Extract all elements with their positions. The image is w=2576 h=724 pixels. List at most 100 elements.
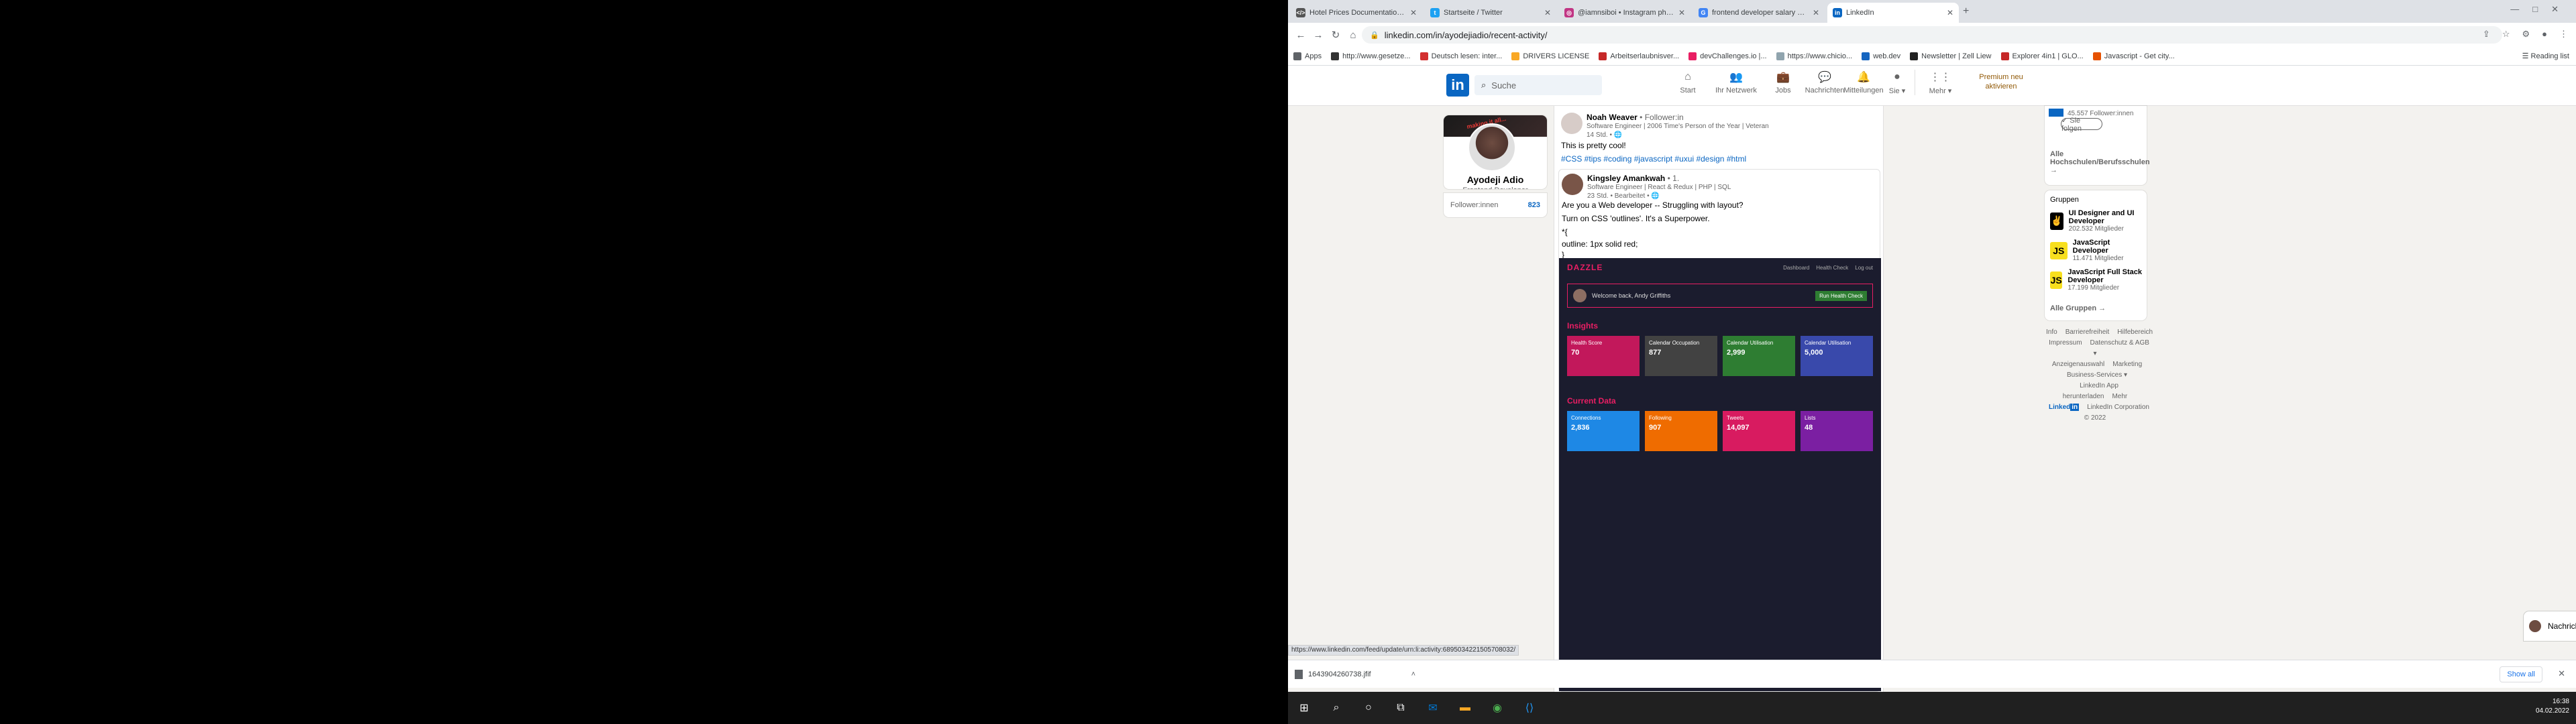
profile-avatar[interactable] (1468, 123, 1516, 172)
back-icon[interactable]: ← (1292, 29, 1309, 41)
bookmark-item[interactable]: Javascript - Get city... (2092, 52, 2175, 60)
bookmark-icon (2000, 52, 2009, 60)
footer-link[interactable]: Marketing (2112, 361, 2142, 368)
premium-link[interactable]: Premium neu aktivieren (1971, 72, 2031, 91)
footer-link[interactable]: Barrierefreiheit (2065, 328, 2110, 336)
twitter-icon: t (1430, 8, 1440, 17)
cortana-icon[interactable]: ○ (1352, 692, 1385, 724)
tab-hotel-prices[interactable]: </> Hotel Prices Documentation Ov... ✕ (1291, 3, 1422, 23)
menu-icon[interactable]: ⋮ (2559, 29, 2568, 40)
address-bar[interactable]: 🔒 linkedin.com/in/ayodejiadio/recent-act… (1362, 26, 2502, 44)
post-actor[interactable]: Noah Weaver • Follower:in Software Engin… (1561, 113, 1769, 139)
following-button[interactable]: ✓ Sie folgen (2061, 117, 2102, 133)
close-icon[interactable]: ✕ (1410, 8, 1417, 17)
profile-followers[interactable]: Follower:innen 823 (1444, 193, 1547, 217)
url-text: linkedin.com/in/ayodejiadio/recent-activ… (1384, 29, 1548, 40)
bookmark-item[interactable]: Deutsch lesen: inter... (1419, 52, 1502, 60)
home-icon[interactable]: ⌂ (1344, 29, 1362, 41)
close-icon[interactable]: ✕ (1813, 8, 1819, 17)
file-explorer-icon[interactable]: ▬ (1449, 692, 1481, 724)
current-card: Following 907 (1645, 411, 1717, 451)
bookmark-item[interactable]: Arbeitserlaubnisver... (1599, 52, 1679, 60)
close-icon[interactable]: ✕ (1544, 8, 1551, 17)
search-icon[interactable]: ⌕ (1320, 692, 1352, 724)
download-item[interactable]: 1643904260738.jfif ˄ (1295, 666, 1415, 682)
group-item[interactable]: JS JavaScript Developer 11.471 Mitglieder (2050, 239, 2147, 262)
bookmark-item[interactable]: Newsletter | Zell Liew (1910, 52, 1992, 60)
footer-link[interactable]: Anzeigenauswahl (2052, 361, 2104, 368)
extensions-icon[interactable]: ⚙ (2522, 29, 2530, 40)
show-all-button[interactable]: Show all (2500, 666, 2542, 682)
black-empty-monitor (0, 0, 1288, 724)
lock-icon: 🔒 (1370, 31, 1379, 40)
post-hashtags[interactable]: #CSS #tips #coding #javascript #uxui #de… (1561, 154, 1746, 164)
tab-twitter[interactable]: t Startseite / Twitter ✕ (1425, 3, 1556, 23)
copyright: LinkedIn Corporation © 2022 (2084, 404, 2149, 422)
bookmark-item[interactable]: devChallenges.io |... (1688, 52, 1767, 60)
group-item[interactable]: ✌ UI Designer and UI Developer 202.532 Mi… (2050, 209, 2147, 233)
footer-link[interactable]: Mehr (2112, 393, 2127, 400)
reload-icon[interactable]: ↻ (1327, 29, 1344, 41)
search-input[interactable]: ⌕ Suche (1474, 75, 1602, 95)
shared-post[interactable]: Kingsley Amankwah • 1. Software Engineer… (1558, 169, 1881, 692)
footer-link[interactable]: Hilfebereich (2117, 328, 2153, 336)
profile-name[interactable]: Ayodeji Adio (1444, 174, 1547, 185)
nav-home[interactable]: ⌂ Start (1662, 70, 1713, 95)
chrome-icon[interactable]: ◉ (1481, 692, 1513, 724)
profile-card[interactable]: making it all... Ayodeji Adio Frontend D… (1444, 115, 1547, 189)
bookmark-item[interactable]: http://www.gesetze... (1331, 52, 1411, 60)
new-tab-icon[interactable]: + (1963, 5, 1969, 17)
bookmark-item[interactable]: web.dev (1862, 52, 1900, 60)
post-image-dashboard[interactable]: DAZZLE Dashboard Health Check Log out We… (1559, 258, 1881, 691)
apps-icon (1293, 52, 1301, 60)
task-view-icon[interactable]: ⧉ (1385, 692, 1417, 724)
nav-more[interactable]: ⋮⋮ Mehr ▾ (1915, 70, 1966, 95)
footer-link[interactable]: Business-Services ▾ (2067, 371, 2127, 379)
windows-start-icon[interactable]: ⊞ (1288, 692, 1320, 724)
footer-link[interactable]: Datenschutz & AGB ▾ (2090, 339, 2149, 357)
close-icon[interactable]: ✕ (1947, 8, 1953, 17)
footer-link[interactable]: Impressum (2049, 339, 2082, 347)
forward-icon[interactable]: → (1309, 29, 1327, 41)
footer-link[interactable]: Info (2046, 328, 2057, 336)
tray-time: 16:38 (2552, 698, 2569, 705)
tab-title: LinkedIn (1846, 9, 1874, 17)
messaging-bar[interactable]: Nachrichten (2524, 611, 2576, 641)
linkedin-logo-icon[interactable]: in (1446, 74, 1469, 97)
card-label: Health Score (1571, 340, 1603, 346)
bookmark-label: web.dev (1873, 52, 1901, 60)
all-groups-link[interactable]: Alle Gruppen → (2050, 304, 2106, 312)
card-label: Calendar Utilisation (1727, 340, 1774, 346)
tab-title: @iamnsiboi • Instagram photo... (1578, 9, 1674, 17)
system-tray[interactable]: 16:38 04.02.2022 (2536, 697, 2569, 716)
profile-icon[interactable]: ● (2542, 29, 2547, 40)
window-controls[interactable]: —□✕ (2510, 4, 2572, 15)
group-item[interactable]: JS JavaScript Full Stack Developer 17.199… (2050, 268, 2147, 292)
outlook-icon[interactable]: ✉ (1417, 692, 1449, 724)
close-icon[interactable]: ✕ (2558, 668, 2565, 679)
card-value: 907 (1649, 424, 1662, 432)
search-icon: ⌕ (1481, 80, 1487, 90)
tab-linkedin[interactable]: in LinkedIn ✕ (1827, 3, 1959, 23)
close-icon[interactable]: ✕ (1678, 8, 1685, 17)
nav-network[interactable]: 👥 Ihr Netzwerk (1711, 70, 1762, 95)
vscode-icon[interactable]: ⟨⟩ (1513, 692, 1546, 724)
tab-google-search[interactable]: G frontend developer salary glassc... ✕ (1693, 3, 1825, 23)
bookmark-item[interactable]: DRIVERS LICENSE (1511, 52, 1589, 60)
all-schools-link[interactable]: Alle Hochschulen/Berufsschulen → (2050, 150, 2150, 174)
post-actor[interactable]: Kingsley Amankwah • 1. Software Engineer… (1562, 174, 1731, 200)
star-icon[interactable]: ☆ (2502, 29, 2510, 40)
bookmark-icon (1776, 52, 1784, 60)
bookmark-item[interactable]: Explorer 4in1 | GLO... (2000, 52, 2084, 60)
toolbar-actions: ⇪ ☆ ⚙ ● ⋮ (2483, 29, 2568, 40)
bookmark-item[interactable]: https://www.chicio... (1776, 52, 1852, 60)
status-url: https://www.linkedin.com/feed/update/urn… (1288, 645, 1519, 656)
chevron-up-icon[interactable]: ˄ (1411, 670, 1415, 678)
footer-link[interactable]: LinkedIn App herunterladen (2063, 382, 2118, 400)
tab-instagram[interactable]: ◎ @iamnsiboi • Instagram photo... ✕ (1559, 3, 1690, 23)
share-icon[interactable]: ⇪ (2483, 29, 2490, 40)
bookmark-item[interactable]: Apps (1293, 52, 1322, 60)
reading-list[interactable]: ☰ Reading list (2522, 52, 2569, 60)
actor-relation: • Follower:in (1640, 113, 1684, 122)
card-label: Calendar Occupation (1649, 340, 1700, 346)
